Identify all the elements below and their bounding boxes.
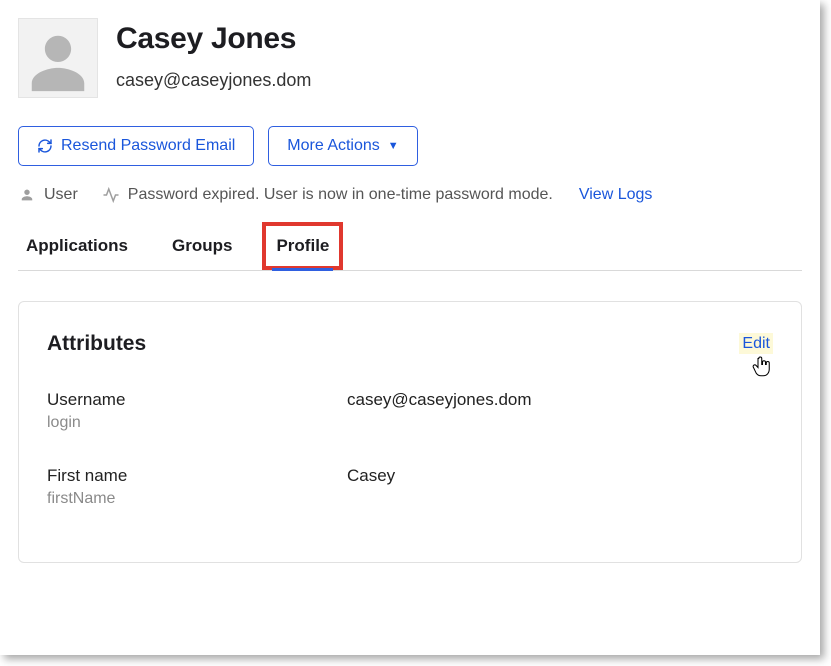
attribute-label: Username	[47, 390, 347, 410]
user-name: Casey Jones	[116, 22, 311, 56]
refresh-icon	[37, 138, 53, 154]
attribute-key: login	[47, 414, 347, 432]
resend-password-button[interactable]: Resend Password Email	[18, 126, 254, 166]
view-logs-link[interactable]: View Logs	[579, 186, 653, 204]
user-email: casey@caseyjones.dom	[116, 70, 311, 91]
attributes-title: Attributes	[47, 332, 146, 356]
tabs: Applications Groups Profile	[18, 226, 802, 271]
attribute-label: First name	[47, 466, 347, 486]
avatar	[18, 18, 98, 98]
more-actions-label: More Actions	[287, 137, 379, 155]
attributes-panel: Attributes Edit Username login casey@cas…	[18, 301, 802, 563]
tab-groups[interactable]: Groups	[168, 226, 236, 270]
status-message: Password expired. User is now in one-tim…	[128, 186, 553, 204]
attribute-value: casey@caseyjones.dom	[347, 390, 532, 432]
edit-link[interactable]: Edit	[739, 333, 773, 354]
user-icon	[18, 186, 36, 204]
attribute-key: firstName	[47, 490, 347, 508]
person-silhouette-icon	[23, 27, 93, 97]
attribute-row: Username login casey@caseyjones.dom	[47, 390, 773, 432]
activity-icon	[102, 186, 120, 204]
attribute-value: Casey	[347, 466, 395, 508]
more-actions-button[interactable]: More Actions ▼	[268, 126, 417, 166]
attribute-row: First name firstName Casey	[47, 466, 773, 508]
cursor-hand-icon	[749, 353, 773, 384]
resend-password-label: Resend Password Email	[61, 137, 235, 155]
tab-profile[interactable]: Profile	[272, 226, 333, 270]
status-role: User	[44, 186, 78, 204]
caret-down-icon: ▼	[388, 140, 399, 152]
tab-applications[interactable]: Applications	[22, 226, 132, 270]
